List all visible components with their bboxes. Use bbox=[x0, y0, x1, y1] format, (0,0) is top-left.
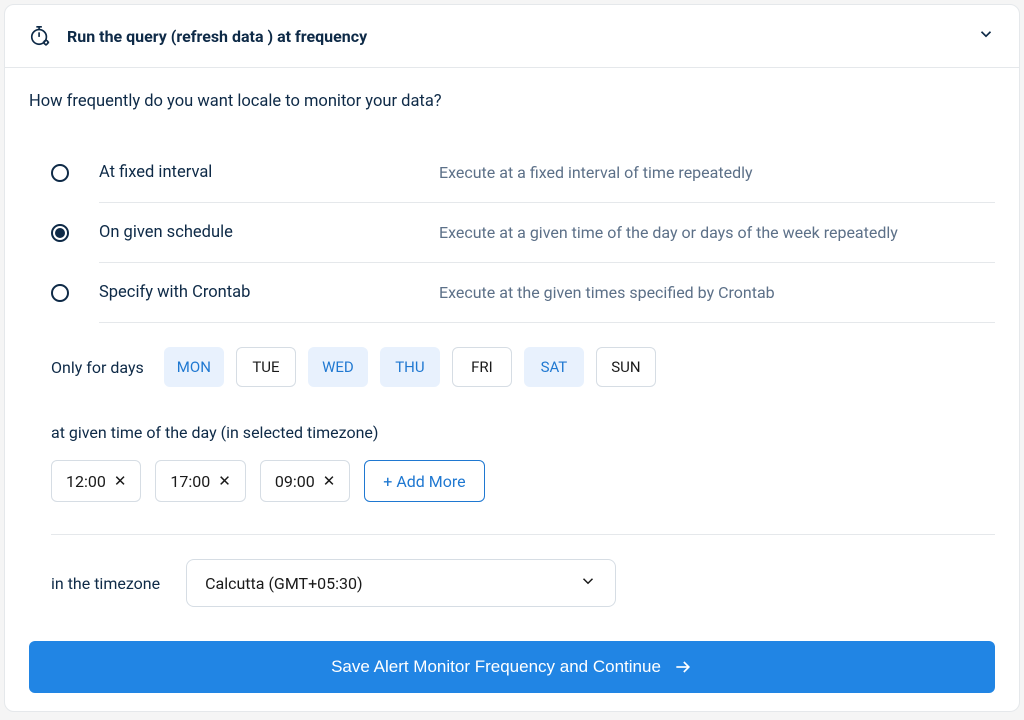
radio-button[interactable] bbox=[51, 164, 69, 182]
stopwatch-gear-icon bbox=[29, 25, 51, 47]
frequency-options: At fixed intervalExecute at a fixed inte… bbox=[29, 143, 995, 323]
option-description: Execute at a fixed interval of time repe… bbox=[439, 163, 995, 182]
close-icon[interactable]: ✕ bbox=[114, 472, 127, 490]
time-chip[interactable]: 17:00 ✕ bbox=[155, 460, 245, 502]
days-chips: MON TUE WED THU FRI SAT SUN bbox=[164, 347, 656, 387]
day-chip-sun[interactable]: SUN bbox=[596, 347, 656, 387]
radio-col bbox=[51, 224, 99, 242]
card-title: Run the query (refresh data ) at frequen… bbox=[67, 27, 977, 46]
add-more-button[interactable]: + Add More bbox=[364, 460, 484, 502]
timezone-select[interactable]: Calcutta (GMT+05:30) bbox=[186, 559, 616, 607]
timezone-label: in the timezone bbox=[51, 574, 160, 593]
frequency-option[interactable]: Specify with CrontabExecute at the given… bbox=[51, 263, 995, 322]
chevron-down-icon[interactable] bbox=[977, 25, 995, 47]
times-label: at given time of the day (in selected ti… bbox=[51, 423, 995, 442]
days-section: Only for days MON TUE WED THU FRI SAT SUN at g… bbox=[51, 347, 995, 502]
day-chip-mon[interactable]: MON bbox=[164, 347, 224, 387]
day-chip-fri[interactable]: FRI bbox=[452, 347, 512, 387]
close-icon[interactable]: ✕ bbox=[323, 472, 336, 490]
time-value: 17:00 bbox=[170, 472, 210, 491]
card-body: How frequently do you want locale to mon… bbox=[5, 68, 1019, 623]
option-label: On given schedule bbox=[99, 223, 439, 242]
time-chip[interactable]: 12:00 ✕ bbox=[51, 460, 141, 502]
chevron-down-icon bbox=[579, 572, 597, 594]
option-label: Specify with Crontab bbox=[99, 283, 439, 302]
separator bbox=[99, 322, 995, 323]
day-chip-sat[interactable]: SAT bbox=[524, 347, 584, 387]
radio-button[interactable] bbox=[51, 224, 69, 242]
save-continue-button[interactable]: Save Alert Monitor Frequency and Continu… bbox=[29, 641, 995, 693]
frequency-question: How frequently do you want locale to mon… bbox=[29, 92, 995, 111]
option-description: Execute at the given times specified by … bbox=[439, 283, 995, 302]
card-footer: Save Alert Monitor Frequency and Continu… bbox=[5, 623, 1019, 711]
time-value: 09:00 bbox=[275, 472, 315, 491]
frequency-option[interactable]: On given scheduleExecute at a given time… bbox=[51, 203, 995, 262]
days-row: Only for days MON TUE WED THU FRI SAT SUN bbox=[51, 347, 995, 387]
card-header[interactable]: Run the query (refresh data ) at frequen… bbox=[5, 5, 1019, 68]
save-button-label: Save Alert Monitor Frequency and Continu… bbox=[331, 657, 661, 677]
days-label: Only for days bbox=[51, 358, 144, 377]
timezone-row: in the timezone Calcutta (GMT+05:30) bbox=[51, 559, 995, 607]
option-label: At fixed interval bbox=[99, 163, 439, 182]
radio-col bbox=[51, 164, 99, 182]
frequency-option[interactable]: At fixed intervalExecute at a fixed inte… bbox=[51, 143, 995, 202]
close-icon[interactable]: ✕ bbox=[218, 472, 231, 490]
frequency-card: Run the query (refresh data ) at frequen… bbox=[4, 4, 1020, 712]
separator bbox=[51, 534, 995, 535]
day-chip-tue[interactable]: TUE bbox=[236, 347, 296, 387]
arrow-right-icon bbox=[673, 657, 693, 677]
radio-button[interactable] bbox=[51, 284, 69, 302]
day-chip-wed[interactable]: WED bbox=[308, 347, 368, 387]
option-description: Execute at a given time of the day or da… bbox=[439, 223, 995, 242]
radio-col bbox=[51, 284, 99, 302]
timezone-value: Calcutta (GMT+05:30) bbox=[205, 574, 363, 593]
times-row: 12:00 ✕ 17:00 ✕ 09:00 ✕ + Add More bbox=[51, 460, 995, 502]
time-value: 12:00 bbox=[66, 472, 106, 491]
time-chips: 12:00 ✕ 17:00 ✕ 09:00 ✕ bbox=[51, 460, 350, 502]
day-chip-thu[interactable]: THU bbox=[380, 347, 440, 387]
time-chip[interactable]: 09:00 ✕ bbox=[260, 460, 350, 502]
